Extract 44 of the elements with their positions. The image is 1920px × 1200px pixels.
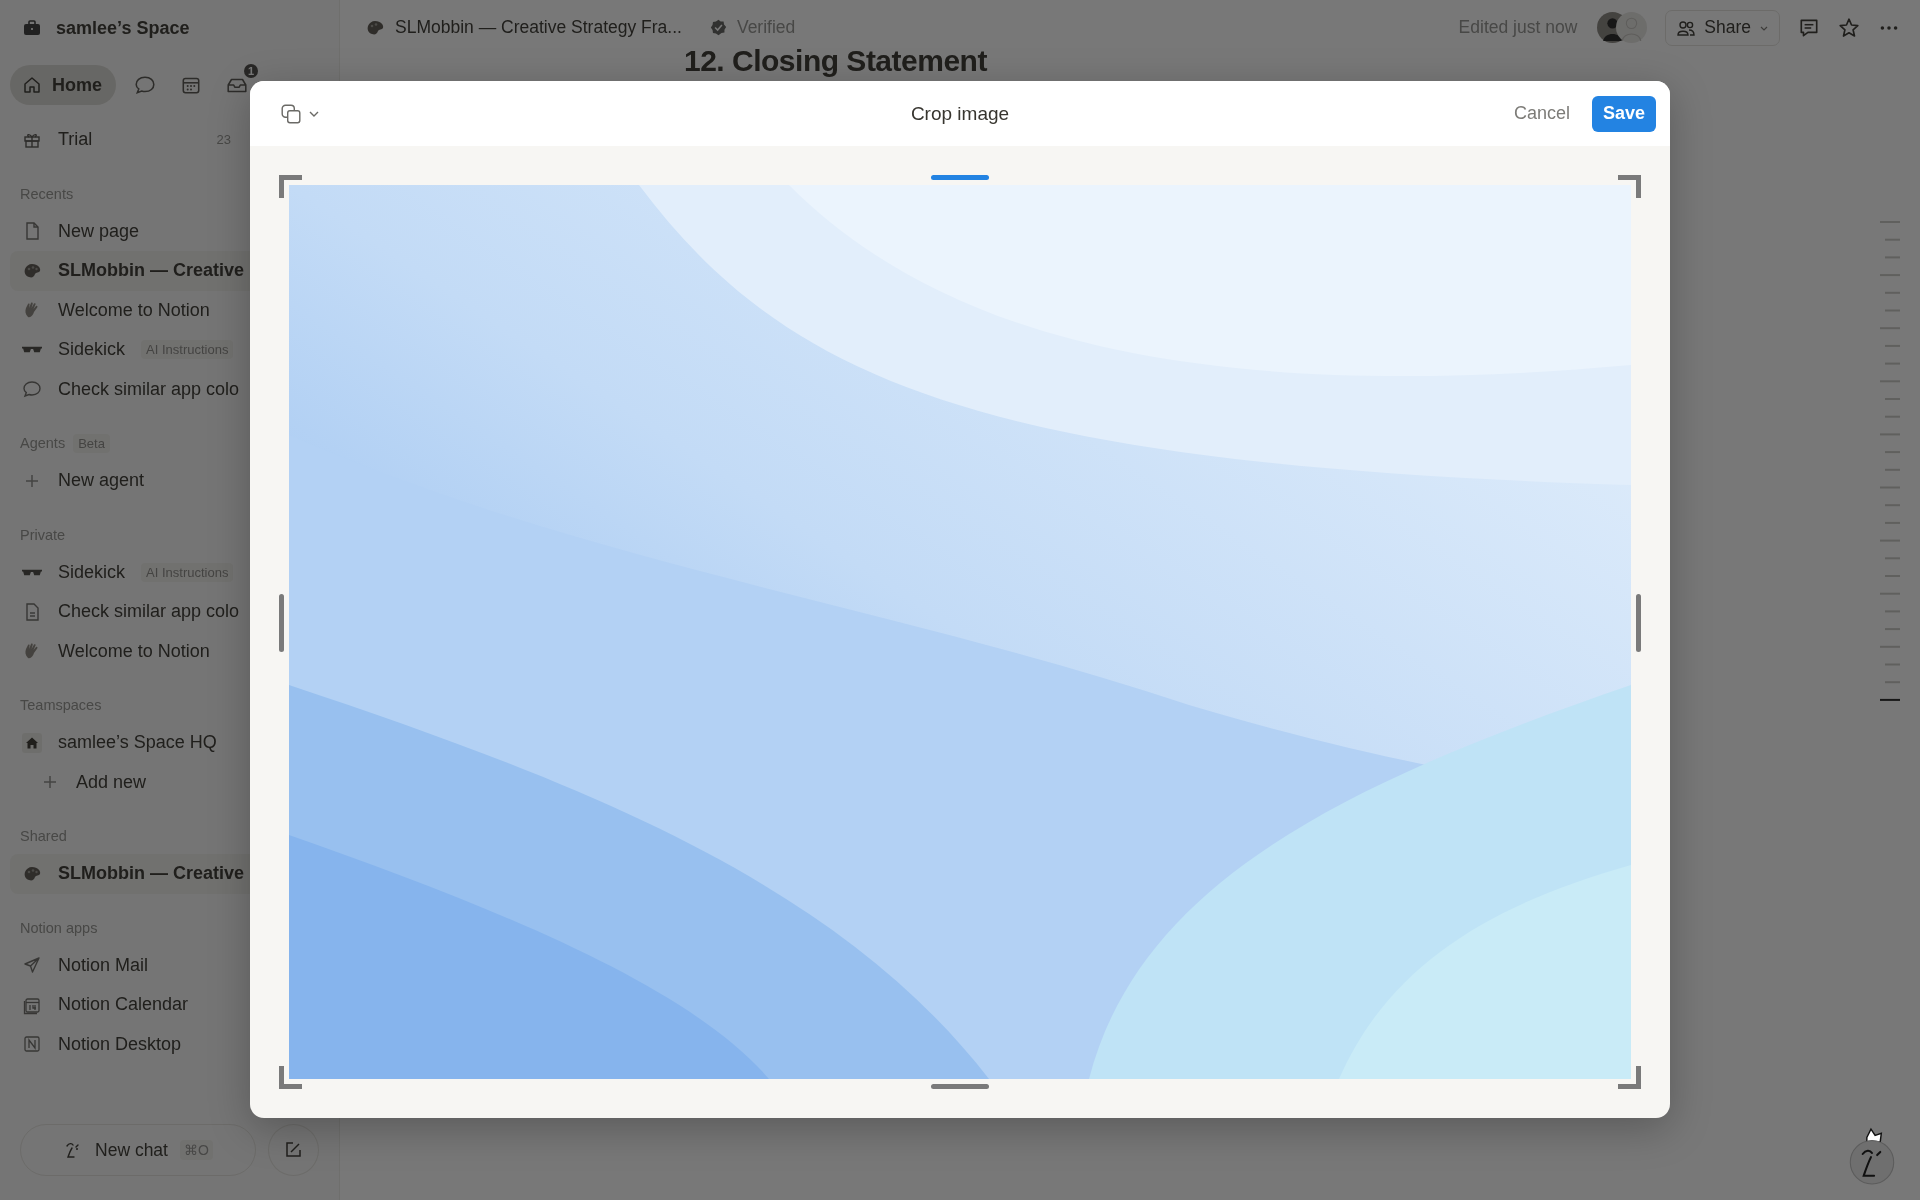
- sidebar-item[interactable]: New page: [10, 211, 329, 251]
- crop-edge-handle[interactable]: [279, 594, 284, 652]
- sidebar-item[interactable]: Welcome to Notion: [10, 290, 329, 330]
- share-button[interactable]: Share: [1665, 9, 1780, 46]
- sidebar-item[interactable]: Check similar app colo: [10, 592, 329, 632]
- sidebar-item[interactable]: Notion Mail: [10, 945, 329, 985]
- verified-badge-icon: [709, 19, 727, 36]
- workspace-name: samlee’s Space: [56, 17, 190, 39]
- app-icon: [22, 1034, 42, 1055]
- sidebar-item[interactable]: Welcome to Notion: [10, 631, 329, 671]
- compose-icon: [283, 1140, 304, 1160]
- cancel-button[interactable]: Cancel: [1513, 103, 1570, 124]
- notification-badge: 1: [243, 64, 258, 78]
- speech-bubble-icon: [22, 379, 42, 400]
- crop-edge-handle[interactable]: [1636, 594, 1641, 652]
- sidebar-item[interactable]: Check similar app colo: [10, 369, 329, 409]
- house-icon: [22, 732, 42, 753]
- page-breadcrumb[interactable]: SLMobbin — Creative Strategy Fra...: [395, 17, 682, 38]
- home-tab[interactable]: Home: [10, 65, 116, 105]
- trial-label: Trial: [58, 129, 93, 151]
- overlapping-squares-icon: [280, 102, 302, 125]
- crop-corner-handle[interactable]: [279, 1066, 302, 1089]
- crop-edge-handle[interactable]: [931, 175, 989, 180]
- sidebar-item[interactable]: samlee’s Space HQ: [10, 723, 329, 763]
- save-button[interactable]: Save: [1591, 95, 1656, 132]
- section-title: 12. Closing Statement: [684, 44, 988, 78]
- house-icon: [22, 75, 42, 95]
- sidebar-item[interactable]: Notion Desktop: [10, 1024, 329, 1064]
- speech-bubble-icon: [134, 74, 156, 96]
- sidebar-item[interactable]: Add new: [10, 762, 329, 802]
- glasses-icon: [22, 568, 42, 576]
- briefcase-icon: [22, 18, 42, 38]
- star-icon[interactable]: [1838, 16, 1860, 39]
- dialog-title: Crop image: [910, 102, 1010, 125]
- crop-corner-handle[interactable]: [1618, 1066, 1641, 1089]
- crop-corner-handle[interactable]: [1618, 175, 1641, 198]
- comment-icon[interactable]: [1798, 16, 1820, 39]
- paper-plane-icon: [22, 955, 42, 976]
- sidebar-item[interactable]: New agent: [10, 461, 329, 501]
- avatar: [1616, 12, 1648, 43]
- glasses-icon: [22, 346, 42, 354]
- crop-edge-handle[interactable]: [931, 1084, 989, 1089]
- sidebar-item[interactable]: Notion Calendar: [10, 985, 329, 1025]
- crop-corner-handle[interactable]: [279, 175, 302, 198]
